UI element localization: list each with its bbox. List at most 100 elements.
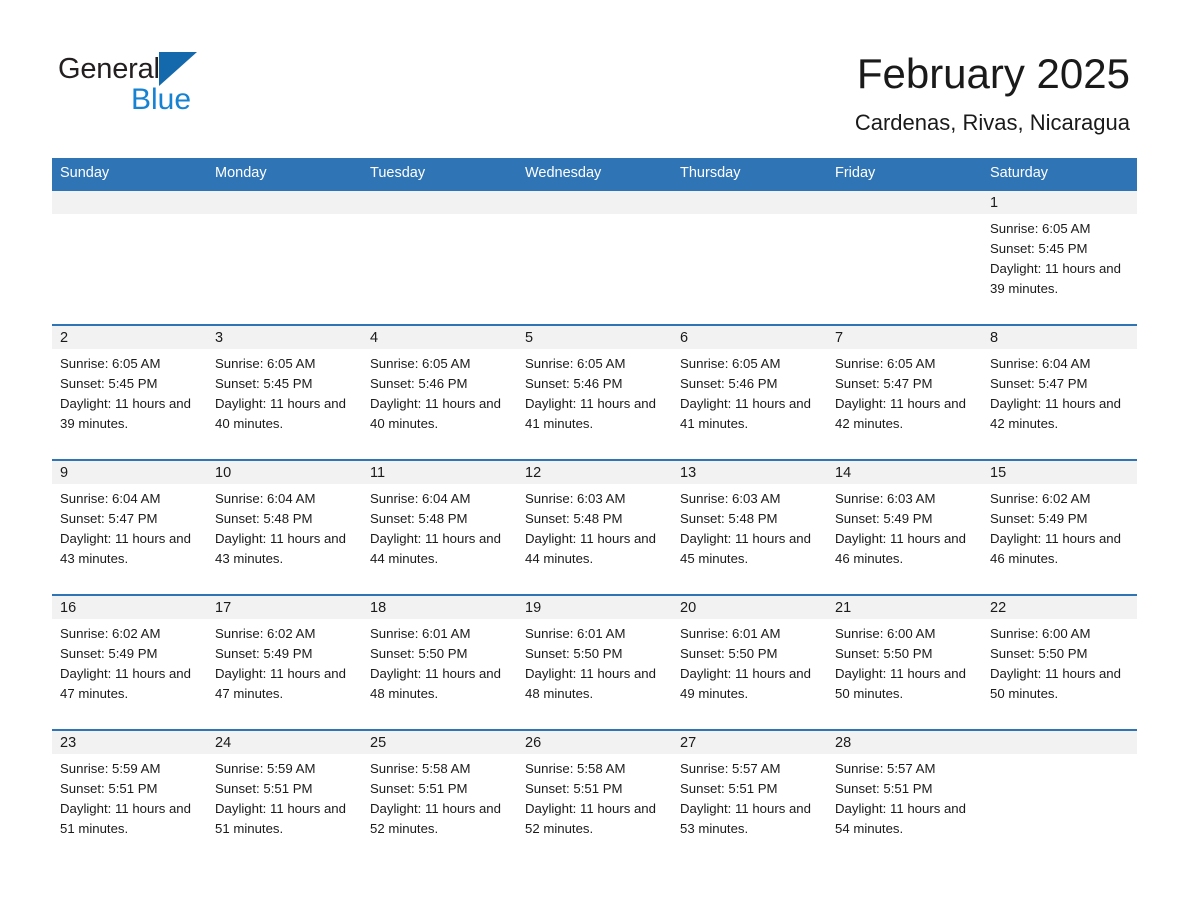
generalblue-logo[interactable]: General Blue: [58, 52, 258, 122]
sunset-text: Sunset: 5:51 PM: [680, 781, 778, 796]
sunrise-text: Sunrise: 5:57 AM: [835, 761, 936, 776]
calendar-day[interactable]: 25 Sunrise: 5:58 AM Sunset: 5:51 PM Dayligh…: [362, 729, 517, 864]
weekday-header-saturday: Saturday: [982, 158, 1137, 189]
weekday-header-friday: Friday: [827, 158, 982, 189]
month-calendar: Sunday Monday Tuesday Wednesday Thursday…: [52, 158, 1137, 864]
sunset-text: Sunset: 5:46 PM: [370, 376, 468, 391]
calendar-day[interactable]: 19 Sunrise: 6:01 AM Sunset: 5:50 PM Dayligh…: [517, 594, 672, 729]
day-sun-info: Sunrise: 6:05 AM Sunset: 5:46 PM Daylight:…: [672, 349, 827, 434]
calendar-day-empty: [362, 189, 517, 324]
sunrise-text: Sunrise: 6:01 AM: [680, 626, 781, 641]
calendar-day[interactable]: 1 Sunrise: 6:05 AM Sunset: 5:45 PM Daylight…: [982, 189, 1137, 324]
sunrise-text: Sunrise: 6:05 AM: [370, 356, 471, 371]
calendar-day[interactable]: 11 Sunrise: 6:04 AM Sunset: 5:48 PM Dayligh…: [362, 459, 517, 594]
day-sun-info: Sunrise: 5:57 AM Sunset: 5:51 PM Daylight:…: [827, 754, 982, 839]
weekday-header-row: Sunday Monday Tuesday Wednesday Thursday…: [52, 158, 1137, 189]
calendar-day[interactable]: 17 Sunrise: 6:02 AM Sunset: 5:49 PM Dayligh…: [207, 594, 362, 729]
sunrise-text: Sunrise: 6:05 AM: [525, 356, 626, 371]
calendar-day[interactable]: 4 Sunrise: 6:05 AM Sunset: 5:46 PM Daylight…: [362, 324, 517, 459]
sunset-text: Sunset: 5:47 PM: [60, 511, 158, 526]
calendar-day[interactable]: 26 Sunrise: 5:58 AM Sunset: 5:51 PM Dayligh…: [517, 729, 672, 864]
day-sun-info: Sunrise: 6:04 AM Sunset: 5:47 PM Daylight:…: [52, 484, 207, 569]
page-title: February 2025: [856, 50, 1130, 97]
day-sun-info: Sunrise: 6:05 AM Sunset: 5:46 PM Daylight:…: [362, 349, 517, 434]
calendar-day[interactable]: 27 Sunrise: 5:57 AM Sunset: 5:51 PM Dayligh…: [672, 729, 827, 864]
calendar-day[interactable]: 20 Sunrise: 6:01 AM Sunset: 5:50 PM Dayligh…: [672, 594, 827, 729]
calendar-cell: 5 Sunrise: 6:05 AM Sunset: 5:46 PM Daylight…: [517, 324, 672, 459]
sunset-text: Sunset: 5:49 PM: [215, 646, 313, 661]
calendar-cell: 10 Sunrise: 6:04 AM Sunset: 5:48 PM Dayligh…: [207, 459, 362, 594]
day-number: 5: [517, 326, 672, 349]
calendar-week-row: 16 Sunrise: 6:02 AM Sunset: 5:49 PM Dayligh…: [52, 594, 1137, 729]
daylight-text: Daylight: 11 hours and 48 minutes.: [525, 666, 656, 701]
daylight-text: Daylight: 11 hours and 44 minutes.: [370, 531, 501, 566]
calendar-cell: 7 Sunrise: 6:05 AM Sunset: 5:47 PM Daylight…: [827, 324, 982, 459]
daylight-text: Daylight: 11 hours and 39 minutes.: [60, 396, 191, 431]
day-number: [52, 191, 207, 214]
day-sun-info: Sunrise: 6:04 AM Sunset: 5:47 PM Daylight:…: [982, 349, 1137, 434]
day-number: 18: [362, 596, 517, 619]
sunrise-text: Sunrise: 6:04 AM: [60, 491, 161, 506]
sunset-text: Sunset: 5:48 PM: [680, 511, 778, 526]
calendar-day[interactable]: 5 Sunrise: 6:05 AM Sunset: 5:46 PM Daylight…: [517, 324, 672, 459]
calendar-cell: 23 Sunrise: 5:59 AM Sunset: 5:51 PM Dayligh…: [52, 729, 207, 864]
calendar-cell: 19 Sunrise: 6:01 AM Sunset: 5:50 PM Dayligh…: [517, 594, 672, 729]
day-number: 25: [362, 731, 517, 754]
sunrise-text: Sunrise: 5:58 AM: [370, 761, 471, 776]
calendar-day[interactable]: 21 Sunrise: 6:00 AM Sunset: 5:50 PM Dayligh…: [827, 594, 982, 729]
calendar-day[interactable]: 23 Sunrise: 5:59 AM Sunset: 5:51 PM Dayligh…: [52, 729, 207, 864]
day-number: 8: [982, 326, 1137, 349]
calendar-cell: 25 Sunrise: 5:58 AM Sunset: 5:51 PM Dayligh…: [362, 729, 517, 864]
day-number: 24: [207, 731, 362, 754]
calendar-cell: 1 Sunrise: 6:05 AM Sunset: 5:45 PM Daylight…: [982, 189, 1137, 324]
sunrise-text: Sunrise: 6:01 AM: [525, 626, 626, 641]
sunset-text: Sunset: 5:51 PM: [60, 781, 158, 796]
calendar-day[interactable]: 8 Sunrise: 6:04 AM Sunset: 5:47 PM Daylight…: [982, 324, 1137, 459]
calendar-day[interactable]: 24 Sunrise: 5:59 AM Sunset: 5:51 PM Dayligh…: [207, 729, 362, 864]
calendar-day[interactable]: 18 Sunrise: 6:01 AM Sunset: 5:50 PM Dayligh…: [362, 594, 517, 729]
weekday-header-wednesday: Wednesday: [517, 158, 672, 189]
calendar-day-empty: [672, 189, 827, 324]
calendar-day[interactable]: 28 Sunrise: 5:57 AM Sunset: 5:51 PM Dayligh…: [827, 729, 982, 864]
calendar-day[interactable]: 3 Sunrise: 6:05 AM Sunset: 5:45 PM Daylight…: [207, 324, 362, 459]
calendar-day[interactable]: 10 Sunrise: 6:04 AM Sunset: 5:48 PM Dayligh…: [207, 459, 362, 594]
calendar-day[interactable]: 15 Sunrise: 6:02 AM Sunset: 5:49 PM Dayligh…: [982, 459, 1137, 594]
calendar-cell: 14 Sunrise: 6:03 AM Sunset: 5:49 PM Dayligh…: [827, 459, 982, 594]
sunset-text: Sunset: 5:50 PM: [680, 646, 778, 661]
weekday-header-sunday: Sunday: [52, 158, 207, 189]
sunset-text: Sunset: 5:46 PM: [525, 376, 623, 391]
day-sun-info: Sunrise: 6:00 AM Sunset: 5:50 PM Daylight:…: [827, 619, 982, 704]
calendar-day[interactable]: 9 Sunrise: 6:04 AM Sunset: 5:47 PM Daylight…: [52, 459, 207, 594]
day-number: 1: [982, 191, 1137, 214]
calendar-day[interactable]: 6 Sunrise: 6:05 AM Sunset: 5:46 PM Daylight…: [672, 324, 827, 459]
day-sun-info: Sunrise: 6:01 AM Sunset: 5:50 PM Daylight:…: [517, 619, 672, 704]
daylight-text: Daylight: 11 hours and 51 minutes.: [60, 801, 191, 836]
calendar-day[interactable]: 22 Sunrise: 6:00 AM Sunset: 5:50 PM Dayligh…: [982, 594, 1137, 729]
calendar-day[interactable]: 12 Sunrise: 6:03 AM Sunset: 5:48 PM Dayligh…: [517, 459, 672, 594]
day-number: 19: [517, 596, 672, 619]
calendar-cell: 2 Sunrise: 6:05 AM Sunset: 5:45 PM Daylight…: [52, 324, 207, 459]
sunset-text: Sunset: 5:51 PM: [370, 781, 468, 796]
daylight-text: Daylight: 11 hours and 47 minutes.: [215, 666, 346, 701]
calendar-week-row: 23 Sunrise: 5:59 AM Sunset: 5:51 PM Dayligh…: [52, 729, 1137, 864]
calendar-day[interactable]: 7 Sunrise: 6:05 AM Sunset: 5:47 PM Daylight…: [827, 324, 982, 459]
sunrise-text: Sunrise: 5:59 AM: [215, 761, 316, 776]
day-number: 22: [982, 596, 1137, 619]
sunset-text: Sunset: 5:49 PM: [990, 511, 1088, 526]
calendar-cell: 9 Sunrise: 6:04 AM Sunset: 5:47 PM Daylight…: [52, 459, 207, 594]
calendar-day[interactable]: 2 Sunrise: 6:05 AM Sunset: 5:45 PM Daylight…: [52, 324, 207, 459]
day-sun-info: Sunrise: 6:04 AM Sunset: 5:48 PM Daylight:…: [362, 484, 517, 569]
calendar-week-row: 2 Sunrise: 6:05 AM Sunset: 5:45 PM Daylight…: [52, 324, 1137, 459]
logo-text-general: General: [58, 53, 160, 85]
day-number: [207, 191, 362, 214]
calendar-cell: 6 Sunrise: 6:05 AM Sunset: 5:46 PM Daylight…: [672, 324, 827, 459]
calendar-day[interactable]: 13 Sunrise: 6:03 AM Sunset: 5:48 PM Dayligh…: [672, 459, 827, 594]
day-sun-info: Sunrise: 6:05 AM Sunset: 5:45 PM Daylight:…: [52, 349, 207, 434]
calendar-day[interactable]: 14 Sunrise: 6:03 AM Sunset: 5:49 PM Dayligh…: [827, 459, 982, 594]
daylight-text: Daylight: 11 hours and 40 minutes.: [370, 396, 501, 431]
daylight-text: Daylight: 11 hours and 40 minutes.: [215, 396, 346, 431]
location-subtitle: Cardenas, Rivas, Nicaragua: [854, 110, 1130, 135]
calendar-day[interactable]: 16 Sunrise: 6:02 AM Sunset: 5:49 PM Dayligh…: [52, 594, 207, 729]
day-number: 27: [672, 731, 827, 754]
day-number: 26: [517, 731, 672, 754]
